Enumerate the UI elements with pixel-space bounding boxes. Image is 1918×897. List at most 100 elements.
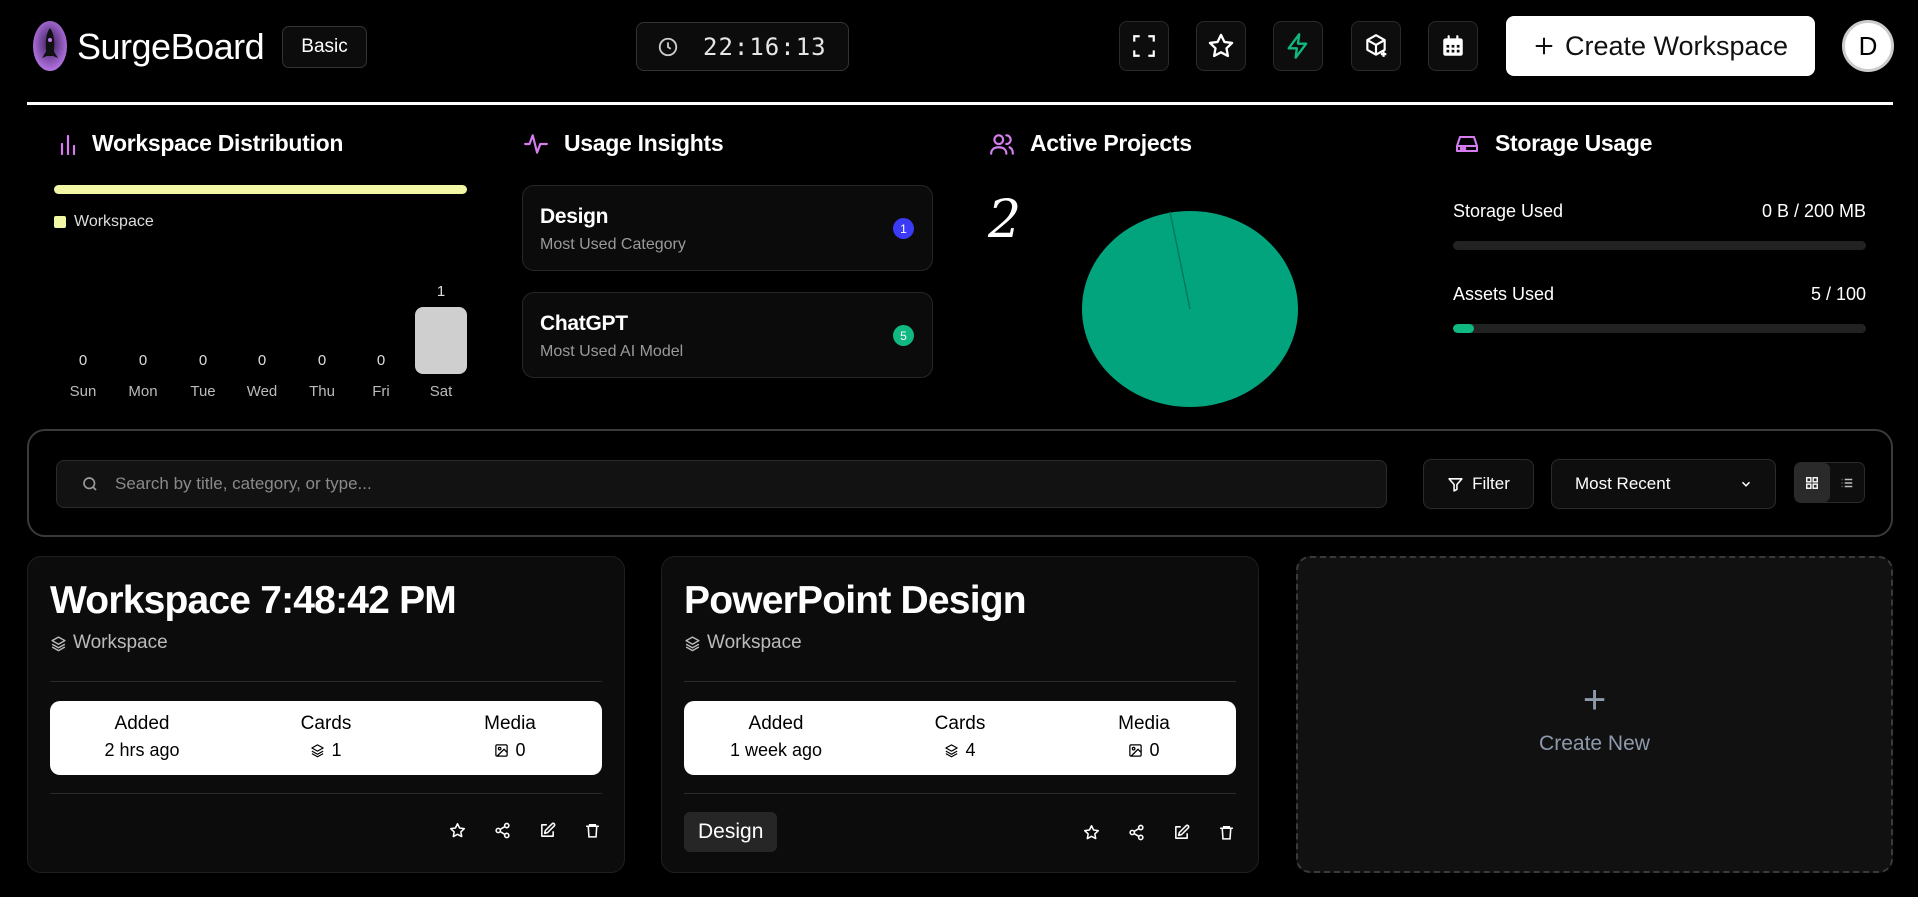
favorite-button[interactable] [1082,823,1101,842]
day-value-thu: 0 [317,352,327,369]
day-value-sat: 1 [436,283,446,300]
day-label-wed: Wed [246,383,278,400]
layers-icon [51,635,66,651]
stat-added: Added 1 week ago [684,701,868,775]
search-placeholder: Search by title, category, or type... [115,474,372,493]
view-toggle [1794,462,1865,503]
media-value: 0 [1149,740,1160,760]
user-avatar[interactable]: D [1842,20,1894,72]
plan-badge[interactable]: Basic [282,26,367,68]
layers-icon [685,635,700,651]
insight-card-ai-model: ChatGPT Most Used AI Model 5 [522,292,933,378]
box-plus-icon [1366,34,1387,57]
category-tag[interactable]: Design [684,812,778,852]
storage-title-text: Storage Usage [1495,130,1653,156]
favorites-button[interactable] [1196,21,1246,71]
create-workspace-button[interactable]: Create Workspace [1506,16,1815,76]
workspace-type-label: Workspace [73,632,168,653]
trash-icon [586,824,599,838]
day-label-sat: Sat [429,383,453,400]
share-button[interactable] [1127,823,1146,842]
delete-button[interactable] [583,821,602,840]
filter-button[interactable]: Filter [1423,459,1534,509]
distribution-title-text: Workspace Distribution [92,130,344,156]
storage-title: Storage Usage [1453,130,1652,157]
stat-label: Media [1118,713,1170,734]
edit-icon [541,822,556,837]
day-value-mon: 0 [138,352,148,369]
workspace-title: Workspace 7:48:42 PM [50,579,457,622]
bar-chart-icon [60,134,76,155]
card-divider [50,793,602,794]
search-icon [83,477,97,491]
legend-label: Workspace [74,213,154,230]
workspace-stats: Added 2 hrs ago Cards 1 Media 0 [50,701,602,775]
insights-title-text: Usage Insights [564,130,724,156]
storage-used-label: Storage Used [1453,201,1564,221]
create-new-card[interactable]: + Create New [1296,556,1893,873]
list-view-button[interactable] [1830,463,1865,502]
projects-pie-chart [1082,211,1298,407]
storage-used-progress [1453,241,1866,250]
insight-count-badge: 5 [893,325,914,346]
insight-subtitle: Most Used Category [540,236,686,253]
clock-icon [658,37,678,56]
quick-actions-button[interactable] [1273,21,1323,71]
stat-label: Cards [300,713,352,734]
edit-button[interactable] [538,821,557,840]
day-label-sun: Sun [69,383,97,400]
image-icon [495,744,509,757]
assets-used-label: Assets Used [1453,284,1555,304]
share-button[interactable] [493,821,512,840]
grid-view-button[interactable] [1795,463,1830,502]
card-actions [1082,823,1236,842]
sort-select[interactable]: Most Recent [1551,459,1776,509]
rocket-logo-icon [33,21,67,71]
insight-card-category: Design Most Used Category 1 [522,185,933,271]
day-label-tue: Tue [190,383,216,400]
add-package-button[interactable] [1351,21,1401,71]
workspace-card[interactable]: PowerPoint Design Workspace Added 1 week… [661,556,1259,873]
stat-value: 2 hrs ago [50,740,234,761]
create-workspace-label: Create Workspace [1564,30,1789,61]
stat-value: 4 [868,740,1052,761]
day-label-thu: Thu [309,383,335,400]
cards-value: 1 [331,740,342,760]
search-input[interactable]: Search by title, category, or type... [56,460,1387,508]
fullscreen-icon [1133,35,1155,57]
insight-subtitle: Most Used AI Model [540,343,684,360]
assets-used-progress [1453,324,1866,333]
workspace-card[interactable]: Workspace 7:48:42 PM Workspace Added 2 h… [27,556,625,873]
card-divider [684,681,1236,682]
stat-label: Added [748,713,804,734]
storage-used-value: 0 B / 200 MB [1761,201,1866,221]
projects-title-text: Active Projects [1030,130,1192,156]
sort-value: Most Recent [1575,474,1671,493]
day-label-fri: Fri [372,383,390,400]
workspace-type: Workspace [50,632,168,654]
assets-used-fill [1453,324,1474,333]
clock-time: 22:16:13 [703,32,827,61]
distribution-bar [54,185,467,194]
added-value: 1 week ago [729,740,823,760]
insight-title: Design [540,205,609,228]
filter-label: Filter [1472,474,1510,493]
stat-value: 1 week ago [684,740,868,761]
stat-label: Media [484,713,536,734]
workspace-type: Workspace [684,632,802,654]
delete-button[interactable] [1217,823,1236,842]
distribution-title: Workspace Distribution [58,130,343,157]
brand-name: SurgeBoard [77,26,265,67]
favorite-button[interactable] [448,821,467,840]
edit-button[interactable] [1172,823,1191,842]
star-icon [1208,33,1234,58]
stat-added: Added 2 hrs ago [50,701,234,775]
fullscreen-button[interactable] [1119,21,1169,71]
grid-icon [1806,476,1819,489]
day-label-mon: Mon [128,383,158,400]
project-count: 2 [988,190,1022,250]
insight-count-badge: 1 [893,218,914,239]
clock-display: 22:16:13 [636,22,849,71]
workspace-stats: Added 1 week ago Cards 4 Media 0 [684,701,1236,775]
calendar-button[interactable] [1428,21,1478,71]
